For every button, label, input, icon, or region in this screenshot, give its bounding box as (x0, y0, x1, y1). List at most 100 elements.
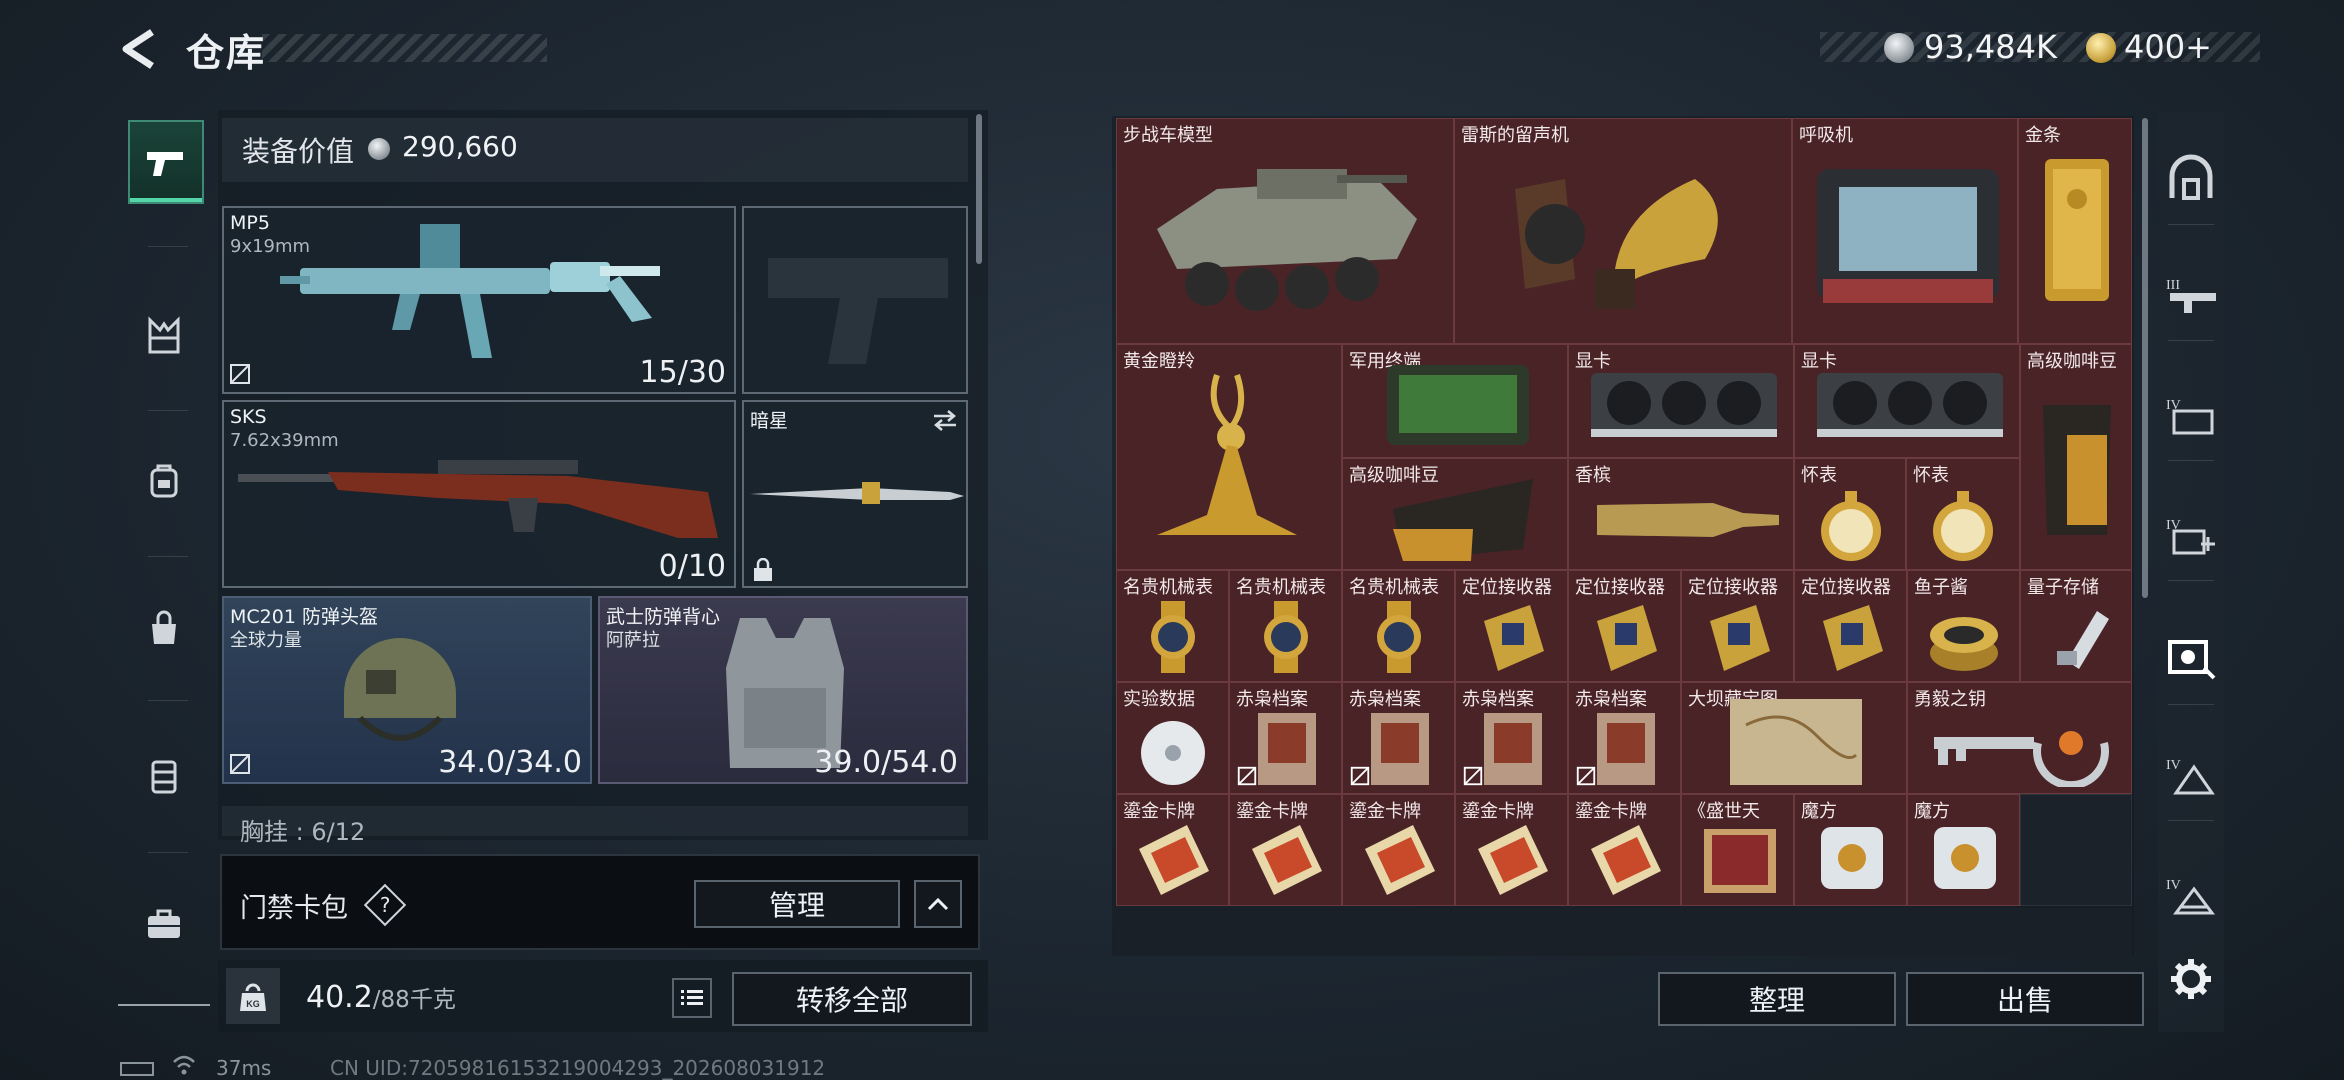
svg-text:KG: KG (246, 999, 260, 1009)
equipment-value: 290,660 (402, 130, 518, 163)
storage-item[interactable]: 金条 (2018, 118, 2132, 344)
storage-item[interactable]: 赤枭档案 (1229, 682, 1342, 794)
storage-item[interactable]: 名贵机械表 (1342, 570, 1455, 682)
storage-item[interactable]: 定位接收器 (1681, 570, 1794, 682)
empty-cell[interactable] (2020, 794, 2132, 906)
sell-button[interactable]: 出售 (1906, 972, 2144, 1026)
helmet-slot[interactable]: MC201 防弹头盔 全球力量 34.0/34.0 (222, 596, 592, 784)
tab-backpack[interactable] (128, 440, 200, 520)
loadout-scrollbar[interactable] (976, 114, 982, 264)
storage-item[interactable]: 鎏金卡牌 (1116, 794, 1229, 906)
storage-item[interactable]: 香槟 (1568, 458, 1794, 570)
item-label: 赤枭档案 (1236, 689, 1308, 710)
sks-image (238, 460, 718, 538)
storage-item[interactable]: 大坝藏宝图 (1681, 682, 1907, 794)
storage-item[interactable]: 高级咖啡豆 (1342, 458, 1568, 570)
filter-collectibles[interactable] (2160, 626, 2222, 688)
storage-scrollbar[interactable] (2142, 118, 2148, 598)
armor-slot[interactable]: 武士防弹背心 阿萨拉 39.0/54.0 (598, 596, 968, 784)
storage-item[interactable]: 赤枭档案 (1342, 682, 1455, 794)
storage-item[interactable]: 怀表 (1906, 458, 2020, 570)
storage-item[interactable]: 鎏金卡牌 (1568, 794, 1681, 906)
graphics-card-image (1591, 373, 1777, 437)
storage-item[interactable]: 魔方 (1794, 794, 1907, 906)
item-label: 赤枭档案 (1575, 689, 1647, 710)
storage-item[interactable]: 《盛世天 (1681, 794, 1794, 906)
storage-item[interactable]: 步战车模型 (1116, 118, 1454, 344)
storage-item[interactable]: 名贵机械表 (1116, 570, 1229, 682)
luxury-watch-image (1377, 601, 1421, 673)
manage-button[interactable]: 管理 (694, 880, 900, 928)
lock-icon (754, 558, 772, 581)
carry-weight-max: /88千克 (372, 987, 456, 1013)
primary-weapon-slot[interactable]: MP5 9x19mm 15/30 (222, 206, 736, 394)
storage-item[interactable]: 高级咖啡豆 (2020, 344, 2132, 570)
filter-medical[interactable]: IV (2160, 504, 2222, 566)
armor-brand: 阿萨拉 (606, 630, 660, 651)
storage-item[interactable]: 鎏金卡牌 (1455, 794, 1568, 906)
storage-item[interactable]: 名贵机械表 (1229, 570, 1342, 682)
melee-slot[interactable]: 暗星 (742, 400, 968, 588)
storage-item[interactable]: 黄金瞪羚 (1116, 344, 1342, 570)
storage-item[interactable]: 鱼子酱 (1907, 570, 2020, 682)
tab-bag[interactable] (128, 588, 200, 668)
storage-item[interactable]: 显卡 (1794, 344, 2020, 458)
gilded-card-image (1591, 825, 1661, 895)
tab-safe-box[interactable] (128, 736, 200, 816)
item-label: 呼吸机 (1799, 125, 1853, 146)
weight-icon: KG (226, 968, 280, 1024)
tab-chest-rig[interactable] (128, 296, 200, 376)
gold-coin-icon (2086, 33, 2116, 63)
filter-equipment[interactable]: IV (2160, 384, 2222, 446)
settings-button[interactable] (2160, 948, 2222, 1010)
swap-icon[interactable] (930, 408, 960, 432)
storage-item[interactable]: 定位接收器 (1455, 570, 1568, 682)
storage-item[interactable]: 定位接收器 (1794, 570, 1907, 682)
list-view-button[interactable] (672, 978, 712, 1018)
filter-resources[interactable]: IV (2160, 744, 2222, 806)
helmet-durability: 34.0/34.0 (438, 745, 582, 780)
tab-divider (148, 852, 188, 853)
storage-item[interactable]: 怀表 (1794, 458, 1906, 570)
filter-misc[interactable]: IV (2160, 864, 2222, 926)
filter-all[interactable] (2160, 148, 2222, 210)
storage-item[interactable]: 实验数据 (1116, 682, 1229, 794)
storage-item[interactable]: 呼吸机 (1792, 118, 2018, 344)
medical-lv4-icon: IV (2166, 518, 2215, 555)
no-insurance-icon (1463, 766, 1483, 786)
filter-weapons[interactable]: III (2160, 264, 2222, 326)
storage-item[interactable]: 鎏金卡牌 (1342, 794, 1455, 906)
item-label: 名贵机械表 (1349, 577, 1439, 598)
item-label: 赤枭档案 (1349, 689, 1421, 710)
pistol-silhouette-icon (768, 258, 948, 364)
locator-receiver-image (1597, 605, 1657, 671)
tab-briefcase[interactable] (128, 884, 200, 964)
equipment-lv4-icon: IV (2166, 398, 2214, 435)
no-insurance-icon (230, 754, 250, 774)
briefcase-icon (148, 909, 180, 938)
back-button[interactable] (118, 26, 164, 72)
collectibles-icon (2168, 640, 2216, 680)
secondary-weapon-slot[interactable]: SKS 7.62x39mm 0/10 (222, 400, 736, 588)
storage-item[interactable]: 赤枭档案 (1568, 682, 1681, 794)
chest-rig-capacity: 胸挂 : 6/12 (240, 818, 366, 846)
expand-button[interactable] (914, 880, 962, 928)
storage-item[interactable]: 勇毅之钥 (1907, 682, 2132, 794)
filter-divider (2168, 820, 2214, 821)
sort-button[interactable]: 整理 (1658, 972, 1896, 1026)
transfer-all-button[interactable]: 转移全部 (732, 972, 972, 1026)
storage-item[interactable]: 显卡 (1568, 344, 1794, 458)
title-decoration (262, 34, 547, 62)
storage-item[interactable]: 赤枭档案 (1455, 682, 1568, 794)
backpack-icon (150, 464, 178, 498)
storage-item[interactable]: 定位接收器 (1568, 570, 1681, 682)
storage-item[interactable]: 魔方 (1907, 794, 2020, 906)
storage-item[interactable]: 鎏金卡牌 (1229, 794, 1342, 906)
item-label: 名贵机械表 (1236, 577, 1326, 598)
storage-item[interactable]: 雷斯的留声机 (1454, 118, 1792, 344)
storage-item[interactable]: 军用终端 (1342, 344, 1568, 458)
sidearm-slot-empty[interactable] (742, 206, 968, 394)
luxury-watch-image (1151, 601, 1195, 673)
storage-item[interactable]: 量子存储 (2020, 570, 2132, 682)
tab-weapons[interactable] (128, 120, 204, 204)
